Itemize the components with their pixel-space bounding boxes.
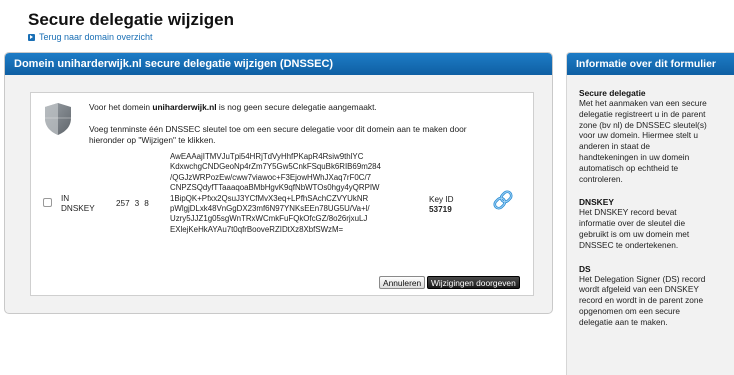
- page-title: Secure delegatie wijzigen: [28, 10, 234, 29]
- notice-domain: uniharderwijk.nl: [152, 102, 217, 112]
- public-key-line: /QGJzWRPozEw/cww7viawoc+F3EjowHWhJXaq7rF…: [170, 172, 372, 182]
- notice-prefix: Voor het domein: [89, 102, 153, 112]
- sidebar-text-ds: Het Delegation Signer (DS) record wordt …: [579, 273, 706, 327]
- public-key-line: CNPZSQdyfTTaaaqoaBMbHgvK9qfNbWTOs0hgy4yQ…: [170, 183, 380, 193]
- key-id-label: Key ID: [429, 195, 454, 204]
- content-box: Voor het domein uniharderwijk.nl is nog …: [30, 92, 534, 296]
- key-class: IN: [61, 194, 70, 203]
- sidebar-text-dnskey: Het DNSKEY record bevat informatie over …: [579, 207, 690, 250]
- key-id-value: 53719: [429, 205, 452, 214]
- public-key-line: AwEAAajITMVJuTpi54HRjTdVyHhfPKapR4Rsiw9t…: [170, 152, 364, 161]
- back-link[interactable]: Terug naar domain overzicht: [28, 32, 153, 42]
- arrow-bullet-icon: [28, 33, 35, 41]
- key-select-checkbox[interactable]: [43, 198, 52, 207]
- key-flags: 257: [116, 199, 130, 208]
- public-key-line: KdxwchgCNDGeoNp4rZm7Y5Gw5CnkFSquBk6RIB69…: [170, 162, 381, 172]
- key-record-type: IN DNSKEY: [61, 194, 95, 214]
- public-key-line: pWlgjDLxk48VnGgDX23mf6N97YNKsEEn78UG5U/V…: [170, 204, 370, 214]
- key-parameters: 257 3 8: [116, 199, 154, 208]
- panel-title: Domein uniharderwijk.nl secure delegatie…: [5, 53, 552, 75]
- sidebar-text-secure-delegation: Met het aanmaken van een secure delegati…: [579, 98, 707, 184]
- notice-suffix: is nog geen secure delegatie aangemaakt.: [216, 102, 377, 112]
- sidebar-title: Informatie over dit formulier: [567, 53, 734, 75]
- key-protocol: 3: [134, 199, 140, 208]
- sidebar-heading-secure-delegation: Secure delegatie: [579, 88, 646, 98]
- main-panel: Domein uniharderwijk.nl secure delegatie…: [4, 52, 553, 314]
- key-type: DNSKEY: [61, 204, 95, 213]
- submit-changes-button[interactable]: Wijzigingen doorgeven: [427, 276, 520, 289]
- instruction-text: Voeg tenminste één DNSSEC sleutel toe om…: [89, 124, 467, 145]
- notice-text: Voor het domein uniharderwijk.nl is nog …: [89, 102, 377, 112]
- key-id: Key ID 53719: [429, 195, 454, 215]
- public-key-line: 1BipQK+Pfxx2QsuJ3YCfMvX3eq+LPfhSAchCZVYU…: [170, 193, 369, 203]
- shield-icon: [45, 103, 71, 135]
- sidebar-heading-dnskey: DNSKEY: [579, 197, 614, 208]
- public-key-line: EXlejKeHkAYAu7t0qfrBooveRZIDtXz8XbfSWzM=: [170, 224, 344, 234]
- back-link-label: Terug naar domain overzicht: [39, 32, 153, 42]
- info-sidebar: Informatie over dit formulier Secure del…: [566, 52, 734, 375]
- cancel-button[interactable]: Annuleren: [379, 276, 426, 289]
- key-algorithm: 8: [144, 199, 149, 208]
- public-key-line: Uzry5JJZ1g05sgWnTRxWCmkFuFQkOfcGZ/8o26rj…: [170, 214, 368, 224]
- public-key: AwEAAajITMVJuTpi54HRjTdVyHhfPKapR4Rsiw9t…: [170, 152, 390, 235]
- link-icon[interactable]: [491, 189, 515, 211]
- sidebar-heading-ds: DS: [579, 263, 591, 274]
